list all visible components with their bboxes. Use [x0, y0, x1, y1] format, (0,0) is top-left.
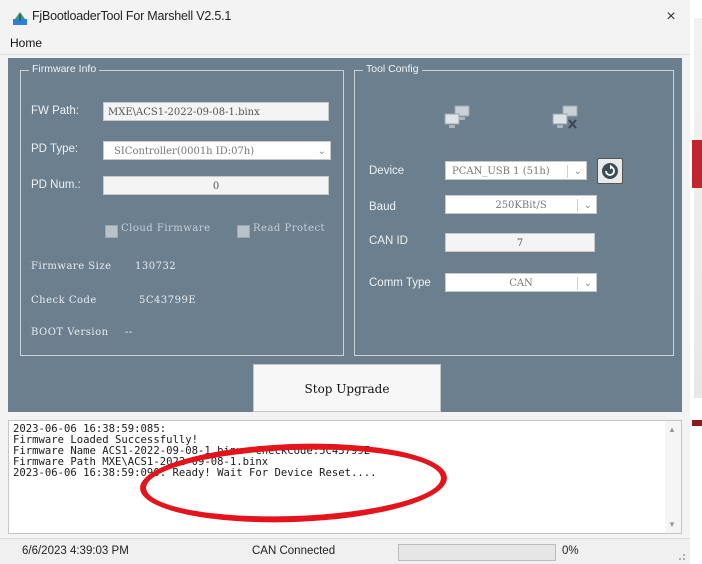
check-code-value: 5C43799E — [139, 295, 197, 306]
tool-config-group: Tool Config Device PCAN_USB 1 (51h) ⌄ Ba… — [354, 63, 674, 356]
firmware-info-legend: Firmware Info — [29, 63, 100, 75]
comm-type-value: CAN — [509, 278, 533, 289]
status-datetime: 6/6/2023 4:39:03 PM — [22, 545, 129, 557]
cloud-firmware-checkbox[interactable] — [105, 225, 118, 238]
resize-grip-icon[interactable] — [676, 551, 686, 561]
pd-type-value: SIController(0001h ID:07h) — [114, 146, 255, 157]
log-scrollbar[interactable]: ▲ ▼ — [665, 421, 681, 533]
cloud-firmware-label: Cloud Firmware — [121, 223, 211, 234]
read-protect-label: Read Protect — [253, 223, 326, 234]
main-panel: Firmware Info FW Path: MXE\ACS1-2022-09-… — [8, 58, 682, 412]
pd-num-label: PD Num.: — [31, 179, 81, 191]
firmware-size-value: 130732 — [135, 261, 177, 272]
comm-type-select[interactable]: CAN ⌄ — [445, 273, 597, 292]
pd-type-select[interactable]: SIController(0001h ID:07h) ⌄ — [103, 141, 331, 160]
network-computers-icon — [444, 105, 470, 128]
log-line: Firmware Loaded Successfully! — [13, 435, 198, 446]
baud-select[interactable]: 250KBit/S ⌄ — [445, 195, 597, 214]
pd-type-label: PD Type: — [31, 143, 79, 155]
close-button[interactable]: × — [660, 6, 682, 28]
comm-type-label: Comm Type — [369, 277, 431, 289]
device-value: PCAN_USB 1 (51h) — [452, 166, 550, 177]
app-icon — [13, 12, 27, 25]
baud-value: 250KBit/S — [495, 200, 547, 211]
log-line: Firmware Name ACS1-2022-09-08-1.binx Che… — [13, 446, 371, 457]
network-disconnected-icon — [552, 105, 578, 129]
firmware-size-label: Firmware Size — [31, 261, 112, 272]
menu-home[interactable]: Home — [10, 36, 42, 50]
baud-label: Baud — [369, 201, 396, 213]
can-id-field[interactable]: 7 — [445, 233, 595, 252]
log-line: Firmware Path MXE\ACS1-2022-09-08-1.binx — [13, 457, 269, 468]
boot-version-value: -- — [125, 327, 133, 338]
refresh-icon — [602, 163, 618, 179]
log-lines: 2023-06-06 16:38:59:085: Firmware Loaded… — [13, 424, 663, 479]
log-line: 2023-06-06 16:38:59:090: Ready! Wait For… — [13, 468, 377, 479]
firmware-info-group: Firmware Info FW Path: MXE\ACS1-2022-09-… — [20, 63, 344, 356]
background-edge — [690, 0, 702, 563]
menu-bar: Home — [0, 34, 690, 55]
boot-version-label: BOOT Version — [31, 327, 109, 338]
chevron-down-icon: ⌄ — [583, 278, 592, 289]
window-title: FjBootloaderTool For Marshell V2.5.1 — [32, 9, 232, 23]
scroll-down-icon[interactable]: ▼ — [668, 520, 676, 529]
log-line: 2023-06-06 16:38:59:085: — [13, 424, 167, 435]
status-connection: CAN Connected — [252, 545, 336, 557]
read-protect-checkbox[interactable] — [237, 225, 250, 238]
log-output[interactable]: 2023-06-06 16:38:59:085: Firmware Loaded… — [8, 420, 682, 534]
upgrade-progress-bar — [398, 544, 556, 561]
status-progress-text: 0% — [562, 545, 579, 557]
app-window: FjBootloaderTool For Marshell V2.5.1 × H… — [0, 0, 691, 564]
status-bar: 6/6/2023 4:39:03 PM CAN Connected 0% — [0, 538, 690, 564]
device-select[interactable]: PCAN_USB 1 (51h) ⌄ — [445, 161, 587, 180]
device-label: Device — [369, 165, 405, 177]
check-code-label: Check Code — [31, 295, 97, 306]
fw-path-label: FW Path: — [31, 105, 79, 117]
fw-path-field[interactable]: MXE\ACS1-2022-09-08-1.binx — [103, 102, 329, 121]
chevron-down-icon: ⌄ — [317, 146, 326, 157]
tool-config-legend: Tool Config — [363, 63, 422, 75]
chevron-down-icon: ⌄ — [573, 166, 582, 177]
scroll-up-icon[interactable]: ▲ — [668, 425, 676, 434]
can-id-label: CAN ID — [369, 235, 408, 247]
stop-upgrade-button[interactable]: Stop Upgrade — [253, 364, 441, 412]
refresh-button[interactable] — [597, 158, 623, 184]
title-bar: FjBootloaderTool For Marshell V2.5.1 × — [0, 0, 690, 34]
pd-num-field[interactable]: 0 — [103, 176, 329, 195]
chevron-down-icon: ⌄ — [583, 200, 592, 211]
